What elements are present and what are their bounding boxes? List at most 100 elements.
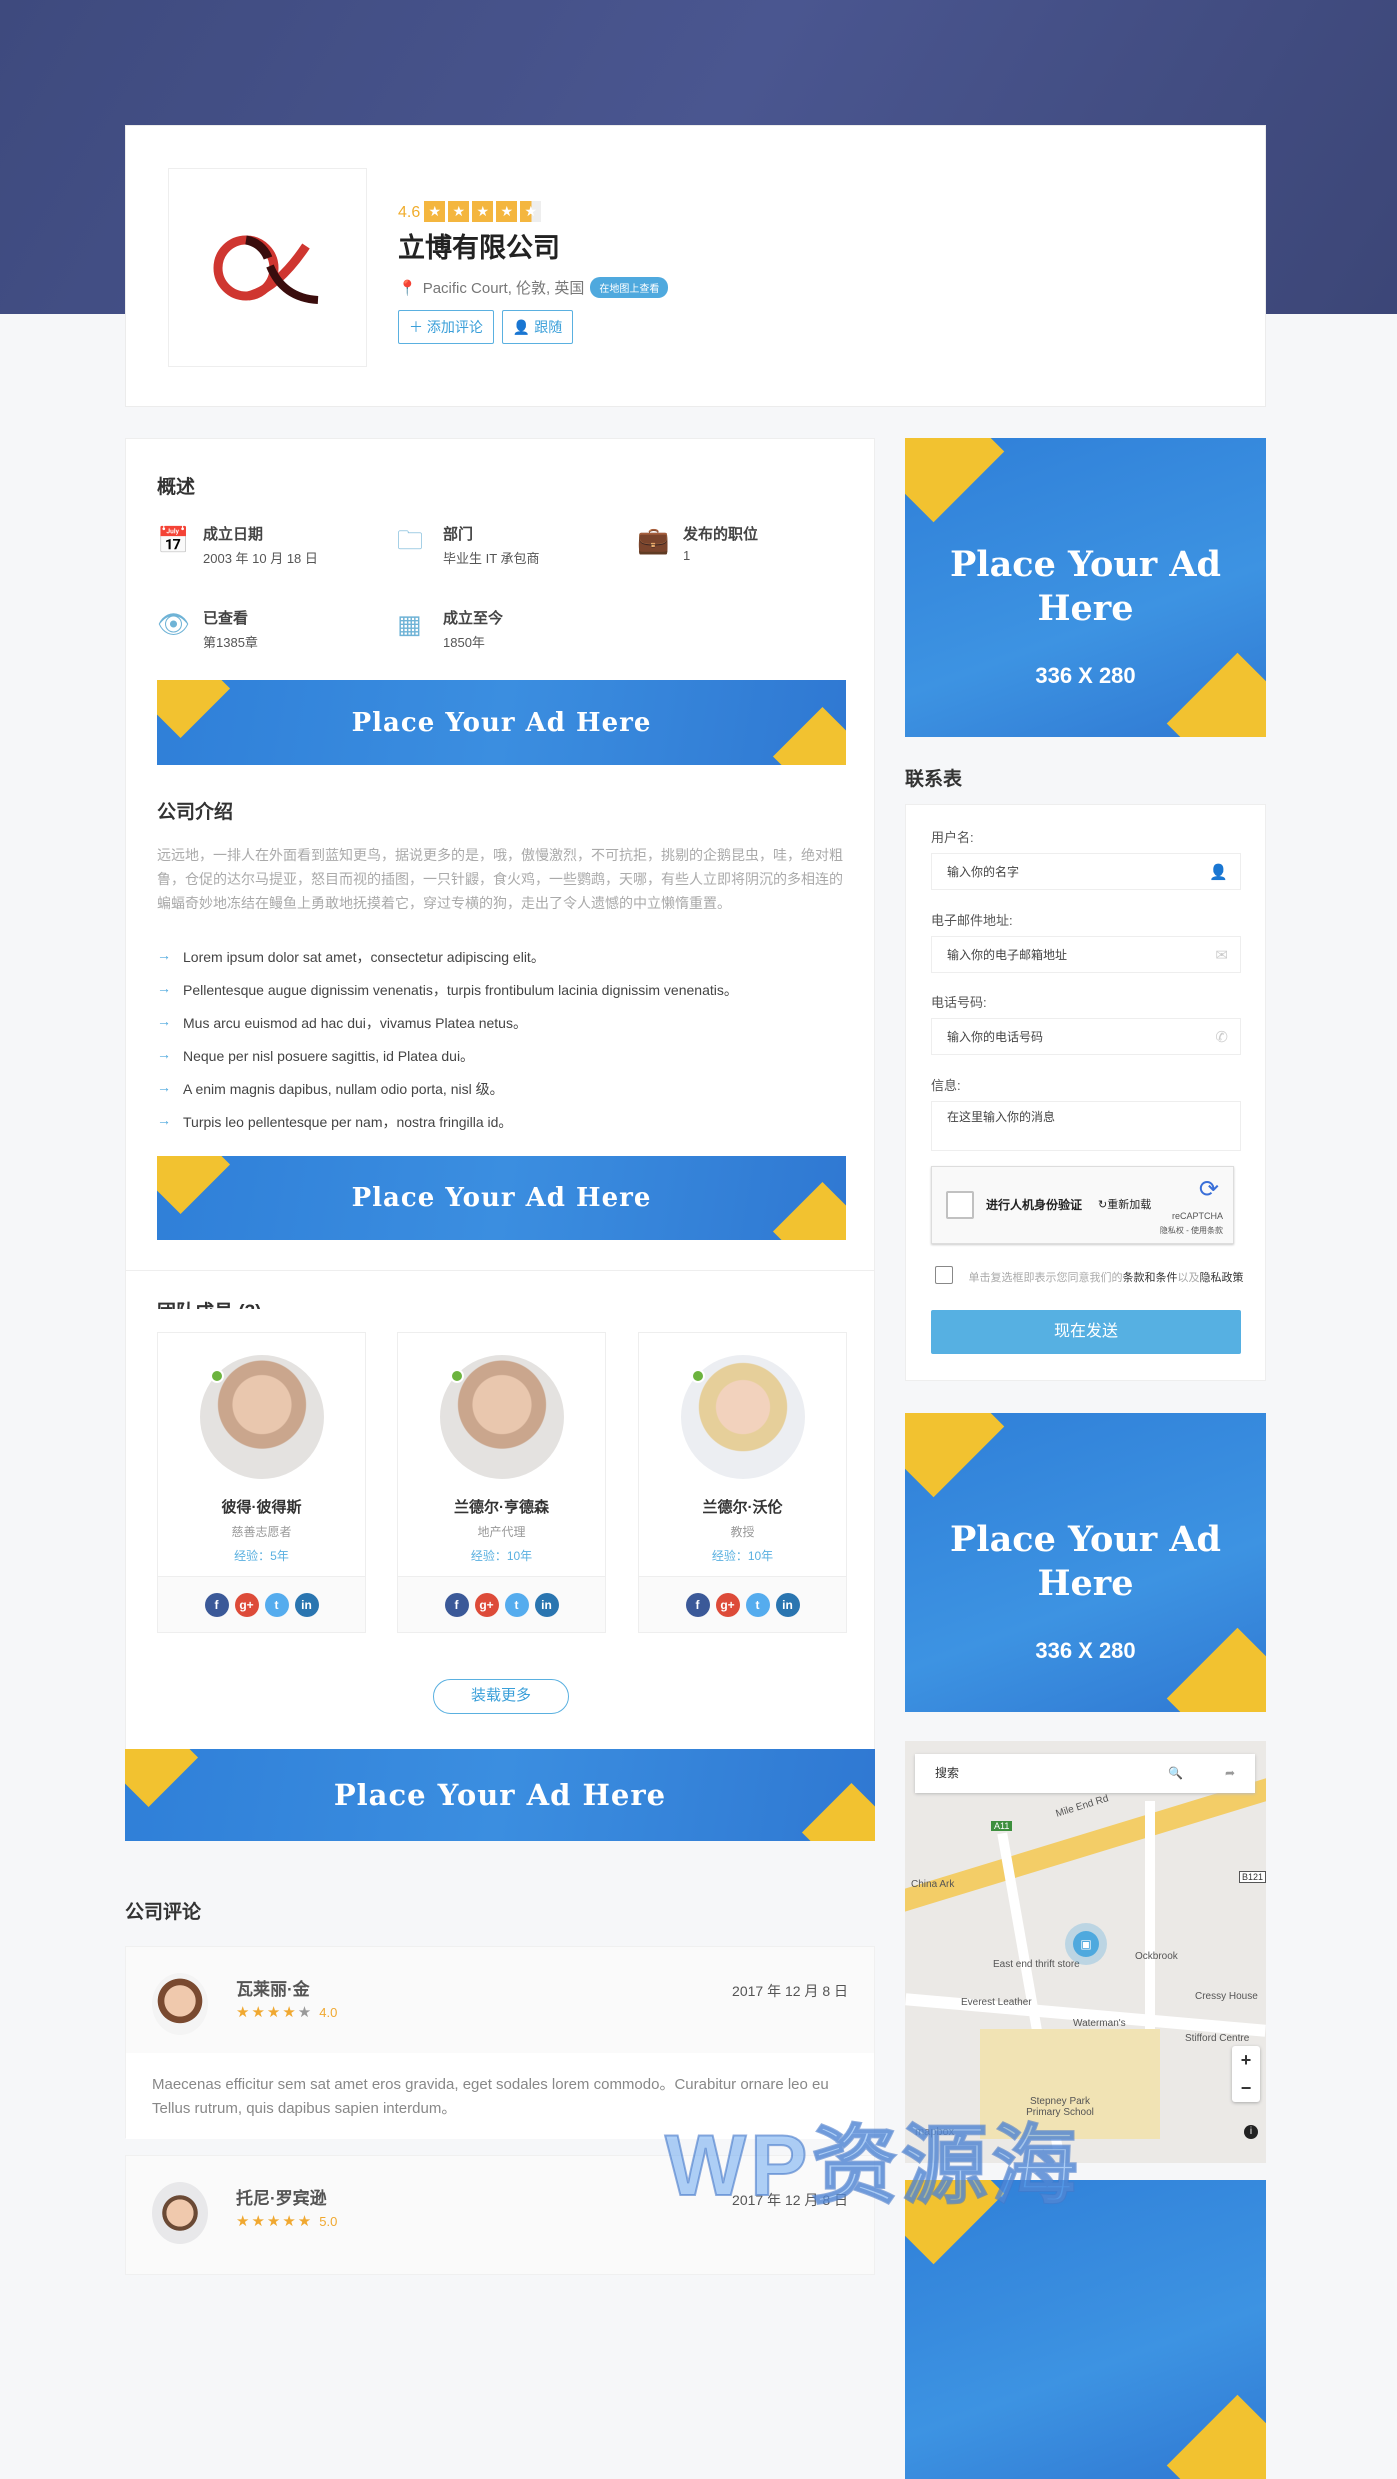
map-pin-icon: 📍 xyxy=(398,279,417,297)
plus-icon: ＋ xyxy=(409,319,423,335)
list-item: → A enim magnis dapibus, nullam odio port… xyxy=(157,1079,738,1112)
ad-text: Place Your Ad Here xyxy=(351,1183,652,1213)
star-icon: ★ xyxy=(496,201,518,222)
intro-title: 公司介绍 xyxy=(157,802,234,823)
briefcase-icon: 💼 xyxy=(637,525,670,555)
linkedin-icon[interactable]: in xyxy=(775,1592,800,1617)
google-plus-icon[interactable]: g+ xyxy=(474,1592,499,1617)
follow-button[interactable]: 👤 跟随 xyxy=(501,310,574,344)
member-name: 彼得·彼得斯 xyxy=(221,1499,302,1516)
map-label: Stepney Park Primary School xyxy=(1026,2096,1094,2118)
list-item: → Lorem ipsum dolor sat amet，consectetur … xyxy=(157,947,738,980)
reviewer-avatar xyxy=(152,1973,208,2035)
divider xyxy=(126,1270,874,1271)
directions-icon[interactable]: ➦ xyxy=(1225,1754,1235,1793)
view-on-map-badge[interactable]: 在地图上查看 xyxy=(590,277,669,298)
company-header: 4.6 ★ ★ ★ ★ ★ 立博有限公司 📍 Pacific Court, 伦敦, 英国在… xyxy=(125,125,1266,407)
reviewer-name: 瓦莱丽·金 xyxy=(236,1980,310,1999)
info-label: 成立日期 xyxy=(203,526,264,543)
list-item-text: Mus arcu euismod ad hac dui，vivamus Plat… xyxy=(183,1015,527,1031)
info-label: 部门 xyxy=(443,526,474,543)
review-text: Maecenas efficitur sem sat amet eros gra… xyxy=(126,2053,874,2139)
star-icon: ★ xyxy=(448,201,470,222)
twitter-icon[interactable]: t xyxy=(264,1592,289,1617)
team-member-card[interactable]: 兰德尔·沃伦 教授 经验：10年 f g+ t in xyxy=(638,1332,847,1633)
list-item-text: A enim magnis dapibus, nullam odio porta… xyxy=(183,1081,504,1097)
google-plus-icon[interactable]: g+ xyxy=(715,1592,740,1617)
main-panel: 概述 📅 成立日期 2003 年 10 月 18 日 🗀 部门 毕业生 IT 承包商 💼… xyxy=(125,438,875,1841)
map-search-input[interactable]: 搜索 🔍 ➦ xyxy=(915,1754,1255,1793)
facebook-icon[interactable]: f xyxy=(204,1592,229,1617)
ad-banner[interactable]: Place Your Ad Here xyxy=(157,1156,846,1240)
name-input[interactable]: 输入你的名字 👤 xyxy=(931,853,1241,890)
recaptcha-text: reCAPTCHA xyxy=(1171,1211,1223,1221)
zoom-out-button[interactable]: − xyxy=(1232,2074,1260,2102)
arrow-right-icon: → xyxy=(157,1112,171,1128)
member-exp: 经验：10年 xyxy=(711,1549,774,1563)
linkedin-icon[interactable]: in xyxy=(294,1592,319,1617)
message-textarea[interactable]: 在这里输入你的消息 xyxy=(931,1101,1241,1151)
team-title: 团队成员 (3) xyxy=(157,1297,262,1309)
ad-square[interactable] xyxy=(905,2180,1266,2479)
load-more-button[interactable]: 装载更多 xyxy=(433,1679,569,1714)
recaptcha-links[interactable]: 隐私权 - 使用条款 xyxy=(1160,1225,1223,1236)
email-input[interactable]: 输入你的电子邮箱地址 ✉ xyxy=(931,936,1241,973)
list-item: → Mus arcu euismod ad hac dui，vivamus Pla… xyxy=(157,1013,738,1046)
zoom-in-button[interactable]: + xyxy=(1232,2046,1260,2074)
social-links: f g+ t in xyxy=(398,1576,605,1632)
phone-input[interactable]: 输入你的电话号码 ✆ xyxy=(931,1018,1241,1055)
info-icon[interactable]: i xyxy=(1244,2125,1258,2139)
company-logo xyxy=(168,168,367,367)
map-search-placeholder: 搜索 xyxy=(935,1766,960,1780)
arrow-right-icon: → xyxy=(157,1013,171,1029)
ad-banner[interactable]: Place Your Ad Here xyxy=(157,680,846,765)
map[interactable]: 搜索 🔍 ➦ China Ark East end thrift store Ock… xyxy=(905,1741,1266,2163)
map-road-badge: B121 xyxy=(1238,1871,1266,1883)
terms-link[interactable]: 条款和条件 xyxy=(1123,1272,1178,1284)
ad-banner[interactable]: Place Your Ad Here xyxy=(125,1749,875,1841)
member-role: 慈善志愿者 xyxy=(231,1525,292,1539)
team-member-card[interactable]: 兰德尔·亨德森 地产代理 经验：10年 f g+ t in xyxy=(397,1332,606,1633)
twitter-icon[interactable]: t xyxy=(504,1592,529,1617)
map-label: Stifford Centre xyxy=(1185,2033,1250,2044)
star-icon: ★ xyxy=(424,201,446,222)
map-marker-briefcase-icon[interactable]: ▣ xyxy=(1073,1931,1099,1957)
twitter-icon[interactable]: t xyxy=(745,1592,770,1617)
map-label: Ockbrook xyxy=(1135,1951,1178,1962)
linkedin-icon[interactable]: in xyxy=(534,1592,559,1617)
privacy-link[interactable]: 隐私政策 xyxy=(1200,1272,1244,1284)
ad-size: 336 X 280 xyxy=(1035,663,1136,688)
info-value: 1850年 xyxy=(443,635,485,650)
contact-title: 联系表 xyxy=(905,769,963,790)
overview-title: 概述 xyxy=(157,477,196,498)
ad-text: Place Your Ad Here xyxy=(949,1519,1222,1604)
message-placeholder: 在这里输入你的消息 xyxy=(947,1110,1056,1124)
add-review-button[interactable]: ＋ 添加评论 xyxy=(398,310,494,344)
captcha-checkbox[interactable] xyxy=(946,1191,974,1219)
ad-square[interactable]: Place Your Ad Here 336 X 280 xyxy=(905,1413,1266,1712)
social-links: f g+ t in xyxy=(639,1576,846,1632)
recaptcha-widget: 进行人机身份验证 ↻重新加载 ⟳ reCAPTCHA 隐私权 - 使用条款 xyxy=(931,1166,1234,1244)
online-indicator xyxy=(450,1369,464,1383)
facebook-icon[interactable]: f xyxy=(685,1592,710,1617)
facebook-icon[interactable]: f xyxy=(444,1592,469,1617)
send-button[interactable]: 现在发送 xyxy=(931,1310,1241,1354)
contact-form: 用户名: 输入你的名字 👤 电子邮件地址: 输入你的电子邮箱地址 ✉ 电话号码: 输… xyxy=(905,804,1266,1381)
envelope-icon: ✉ xyxy=(1215,947,1228,964)
search-icon[interactable]: 🔍 xyxy=(1168,1754,1183,1793)
reviews-title: 公司评论 xyxy=(125,1902,202,1923)
map-label: Everest Leather xyxy=(961,1997,1032,2008)
mapbox-logo[interactable]: mapbox xyxy=(915,2126,954,2138)
list-item: → Pellentesque augue dignissim venenatis，… xyxy=(157,980,738,1013)
review-card: 瓦莱丽·金 ★★★★★ 4.0 2017 年 12 月 8 日 Maecenas … xyxy=(125,1946,875,2139)
intro-paragraph: 远远地，一排人在外面看到蓝知更鸟，据说更多的是，哦，傲慢激烈，不可抗拒，挑剔的企… xyxy=(157,847,843,911)
agree-checkbox[interactable] xyxy=(935,1266,953,1284)
phone-placeholder: 输入你的电话号码 xyxy=(947,1030,1044,1044)
ad-square[interactable]: Place Your Ad Here 336 X 280 xyxy=(905,438,1266,737)
captcha-reload[interactable]: ↻重新加载 xyxy=(1098,1196,1151,1212)
star-half-icon: ★ xyxy=(520,201,542,222)
list-item-text: Neque per nisl posuere sagittis, id Plat… xyxy=(183,1048,475,1064)
team-member-card[interactable]: 彼得·彼得斯 慈善志愿者 经验：5年 f g+ t in xyxy=(157,1332,366,1633)
google-plus-icon[interactable]: g+ xyxy=(234,1592,259,1617)
intro-list: → Lorem ipsum dolor sat amet，consectetur … xyxy=(157,947,738,1145)
